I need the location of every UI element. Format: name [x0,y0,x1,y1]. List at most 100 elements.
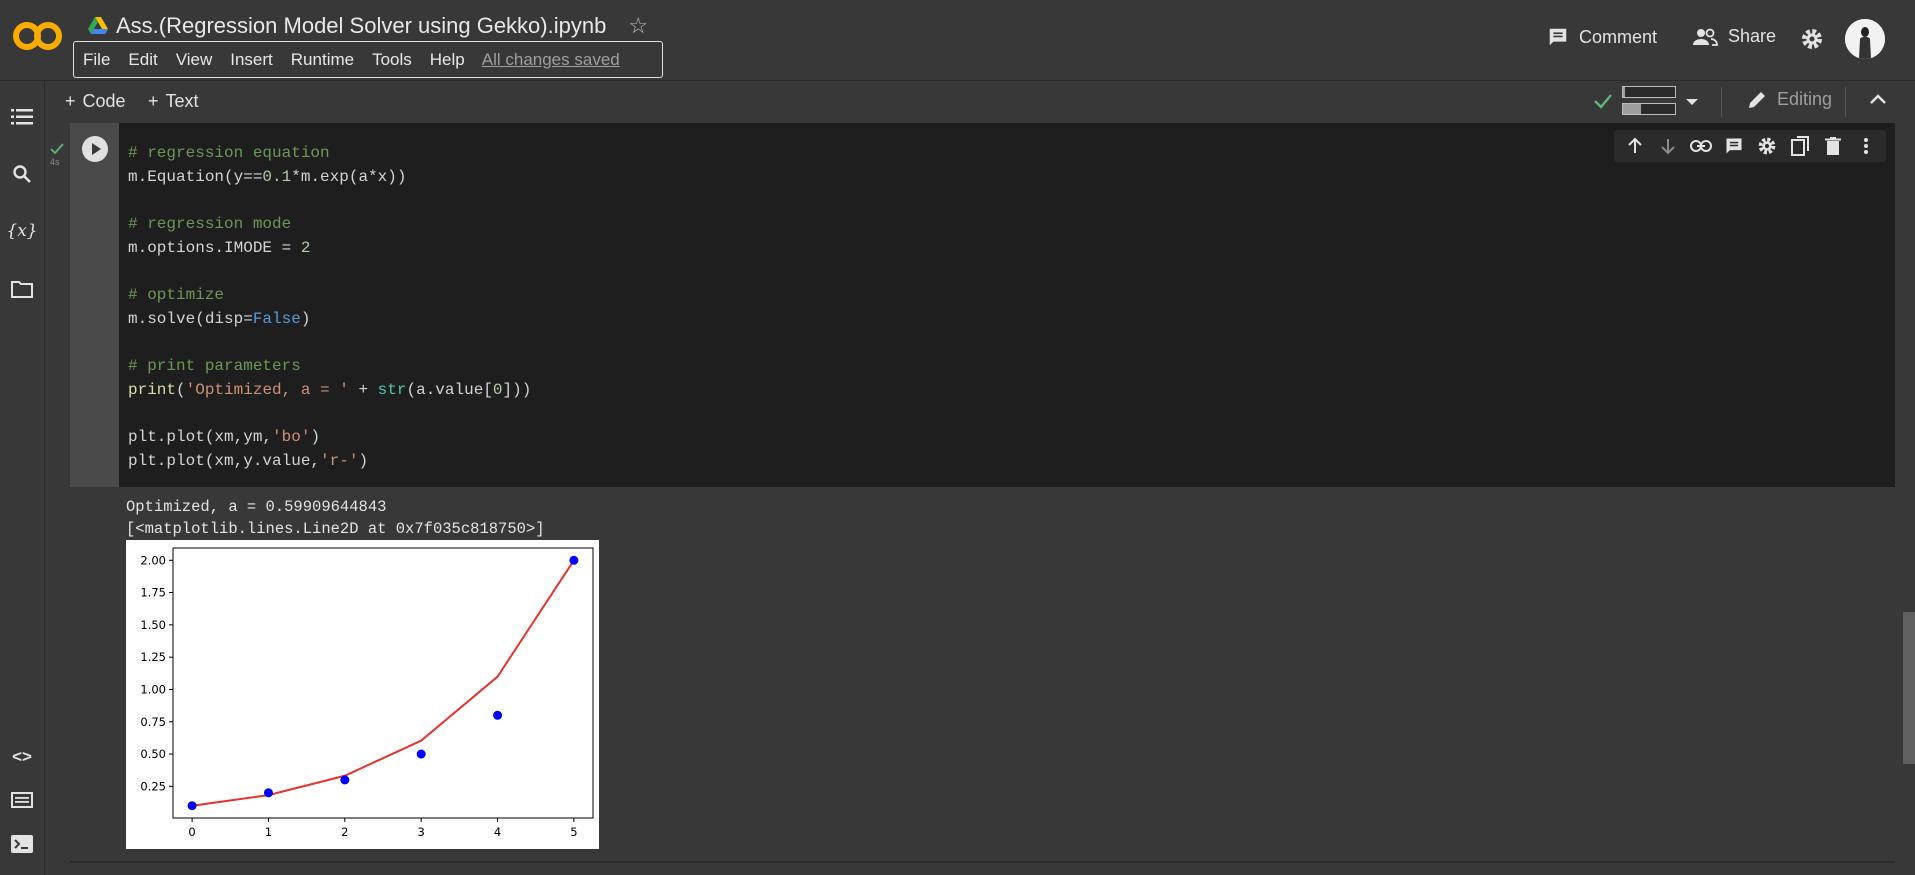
folder-icon [11,281,33,298]
menu-help[interactable]: Help [421,50,474,70]
disk-meter-fill [1623,104,1642,114]
y-tick-label: 1.75 [140,586,166,600]
more-vert-icon [1863,138,1868,154]
variables-button[interactable]: {x} [6,218,37,244]
pencil-icon [1749,91,1765,108]
toolbar-divider [1845,87,1846,117]
comment-icon [1726,138,1741,154]
output-plot: 0.25 0.50 0.75 1.00 1.25 1.50 1.75 2.00 0 1 2 3 4 5 [126,540,599,849]
code-text[interactable]: # regression equation m.Equation(y==0.1*… [128,142,531,474]
run-cell-button[interactable] [82,136,108,162]
star-icon[interactable]: ☆ [628,13,648,39]
notebook-toolbar: + Code + Text RAM Disk Editing [45,81,1915,123]
keyboard-icon [11,792,33,808]
mirror-cell-icon [1790,136,1809,156]
data-point [569,555,579,565]
y-tick-label: 1.50 [140,618,166,632]
y-tick-label: 2.00 [140,553,166,567]
menu-runtime[interactable]: Runtime [282,50,363,70]
google-drive-icon [88,17,108,34]
executed-check-icon [50,143,64,155]
scrollbar-thumb[interactable] [1903,612,1915,764]
menu-tools[interactable]: Tools [363,50,421,70]
execution-time: 4s [50,157,60,167]
save-status-link[interactable]: All changes saved [474,50,620,70]
y-tick-label: 0.50 [140,747,166,761]
play-icon [92,143,101,155]
cell-bottom-border [70,861,1895,863]
arrow-up-icon [1627,137,1642,153]
mirror-cell-button[interactable] [1789,135,1811,157]
y-tick-label: 1.00 [140,682,166,696]
x-tick-label: 0 [188,825,195,839]
plus-icon: + [65,91,76,111]
data-point [493,710,503,720]
add-text-cell-button[interactable]: + Text [148,91,199,112]
y-tick-label: 0.75 [140,715,166,729]
menu-bar: File Edit View Insert Runtime Tools Help… [73,41,663,78]
copy-link-button[interactable] [1689,135,1712,157]
y-tick-label: 1.25 [140,650,166,664]
cell-run-area [70,123,119,487]
menu-view[interactable]: View [167,50,222,70]
cell-toolbar [1614,130,1886,162]
collapse-header-button[interactable] [1867,89,1889,111]
menu-edit[interactable]: Edit [119,50,166,70]
comment-label: Comment [1579,26,1658,47]
add-text-label: Text [165,91,199,111]
y-tick-label: 0.25 [140,779,166,793]
menu-insert[interactable]: Insert [221,50,282,70]
share-button[interactable]: Share [1692,26,1776,47]
table-of-contents-button[interactable] [9,104,35,130]
x-tick-label: 2 [341,825,348,839]
terminal-button[interactable] [9,831,35,857]
share-label: Share [1728,26,1777,46]
find-button[interactable] [9,161,35,187]
comment-icon [1549,28,1567,46]
menu-file[interactable]: File [74,50,119,70]
trash-icon [1824,137,1841,155]
data-point [187,801,197,811]
search-icon [13,165,31,183]
colab-logo[interactable] [12,18,64,54]
cell-settings-button[interactable] [1756,135,1778,157]
data-point [416,749,426,759]
plot-frame [172,547,594,819]
add-code-cell-button[interactable]: + Code [65,91,126,112]
left-sidebar: {x} <> [0,81,45,875]
move-cell-up-button[interactable] [1624,135,1646,157]
list-icon [11,109,33,125]
editing-label: Editing [1777,89,1833,109]
more-options-button[interactable] [1855,135,1877,157]
x-tick-label: 3 [418,825,425,839]
command-palette-button[interactable] [9,787,35,813]
output-line: [<matplotlib.lines.Line2D at 0x7f035c818… [126,519,545,538]
ram-meter-fill [1623,87,1626,97]
output-text: Optimized, a = 0.59909644843 [<matplotlib… [126,497,545,540]
arrow-down-icon [1660,139,1675,155]
x-tick-label: 4 [494,825,501,839]
gear-icon [1802,29,1822,49]
add-comment-button[interactable] [1723,135,1745,157]
settings-button[interactable] [1800,27,1824,51]
add-code-label: Code [82,91,126,111]
editing-mode-button[interactable]: Editing [1747,89,1832,110]
ram-meter [1622,86,1676,98]
code-brackets-icon: <> [12,747,32,766]
x-tick-label: 1 [265,825,272,839]
cell-gutter: 4s [45,123,70,861]
resource-dropdown-icon[interactable] [1685,97,1699,107]
files-button[interactable] [9,276,35,302]
x-tick-label: 5 [570,825,577,839]
avatar-image [1845,19,1885,59]
delete-cell-button[interactable] [1822,135,1844,157]
gear-icon [1758,137,1775,155]
output-line: Optimized, a = 0.59909644843 [126,498,387,516]
user-avatar[interactable] [1845,19,1885,59]
people-icon [1693,28,1718,46]
comment-button[interactable]: Comment [1547,26,1657,48]
move-cell-down-button[interactable] [1657,135,1679,157]
notebook-title[interactable]: Ass.(Regression Model Solver using Gekko… [116,13,606,39]
data-point [263,788,273,798]
code-snippets-button[interactable]: <> [9,744,35,770]
